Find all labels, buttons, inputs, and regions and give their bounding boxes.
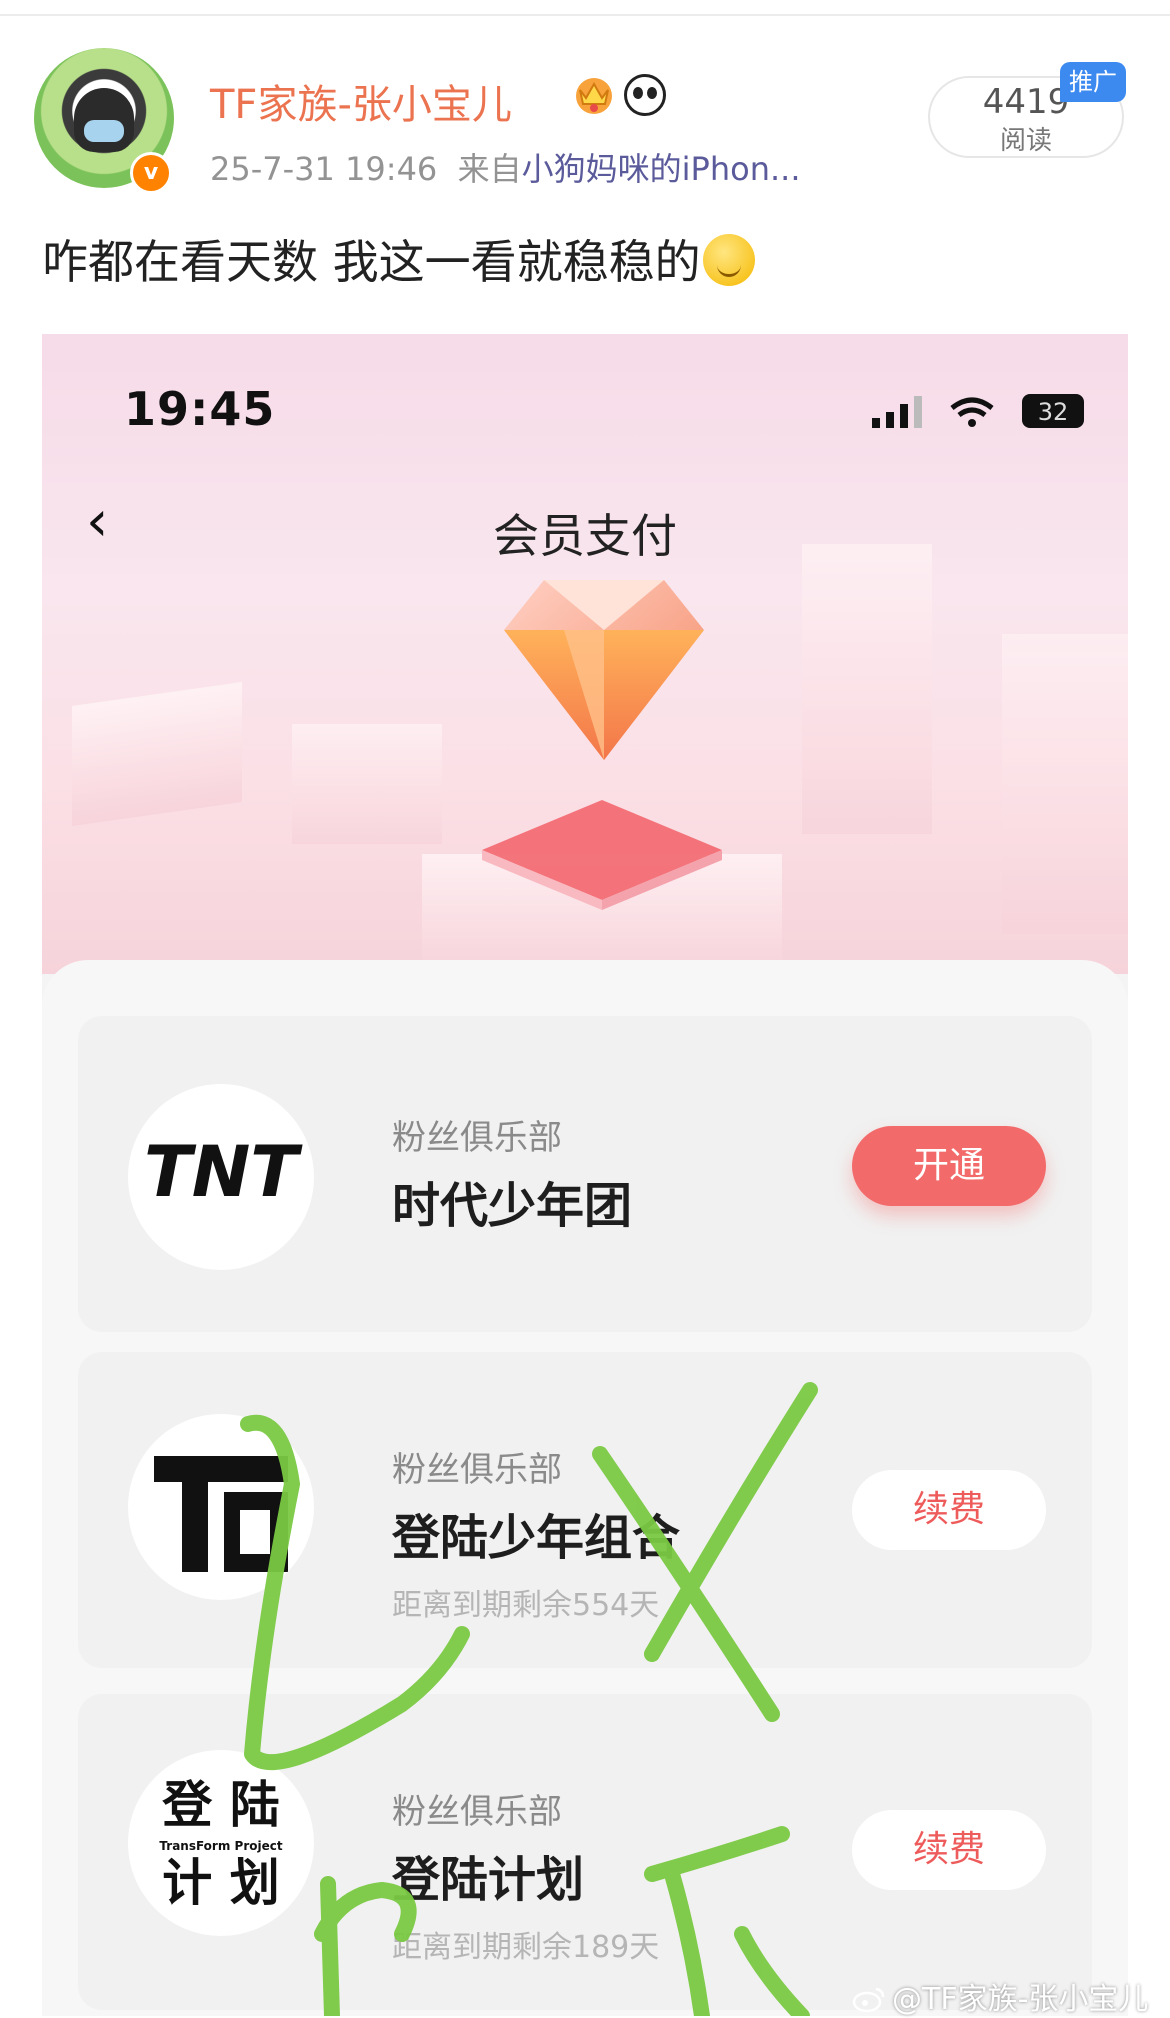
club-label: 粉丝俱乐部: [392, 1450, 562, 1490]
renew-button[interactable]: 续费: [852, 1810, 1046, 1890]
post-text-content: 咋都在看天数 我这一看就稳稳的: [42, 235, 701, 289]
logo-line-3: 计 划: [162, 1853, 279, 1912]
weibo-icon: [852, 1987, 885, 2013]
source-prefix: 来自: [457, 150, 522, 188]
watermark: @TF家族-张小宝儿: [852, 1974, 1148, 2018]
club-name: 登陆少年组合: [392, 1510, 681, 1566]
post-image[interactable]: 19:45 32 ‹ 会员支付 TNT 粉丝俱乐部 时代少年团 开通 TF 粉丝…: [42, 334, 1128, 2016]
club-name: 时代少年团: [392, 1178, 633, 1234]
crown-badge-icon: [576, 78, 612, 114]
club-card-3[interactable]: 登 陆 TransForm Project 计 划 粉丝俱乐部 登陆计划 距离到…: [78, 1694, 1092, 2010]
source-link[interactable]: 小狗妈咪的iPhon...: [522, 150, 801, 188]
expiry-text: 距离到期剩余554天: [392, 1588, 660, 1623]
post-text: 咋都在看天数 我这一看就稳稳的: [42, 226, 755, 292]
expiry-text: 距离到期剩余189天: [392, 1930, 660, 1965]
status-bar-icons: 32: [872, 394, 1084, 428]
club-card-1[interactable]: TNT 粉丝俱乐部 时代少年团 开通: [78, 1016, 1092, 1332]
logo-text: TNT: [144, 1131, 303, 1213]
post-meta: 25-7-31 19:46 来自小狗妈咪的iPhon...: [210, 144, 801, 190]
avatar[interactable]: v: [34, 48, 174, 194]
club-label: 粉丝俱乐部: [392, 1118, 562, 1158]
promote-tag[interactable]: 推广: [1060, 62, 1126, 102]
top-divider: [0, 14, 1170, 16]
hero-banner: 19:45 32 ‹ 会员支付: [42, 334, 1128, 974]
verified-icon: v: [130, 152, 172, 194]
logo-line-1: 登 陆: [161, 1775, 279, 1834]
page-title: 会员支付: [493, 509, 677, 563]
club-label: 粉丝俱乐部: [392, 1792, 562, 1832]
renew-button[interactable]: 续费: [852, 1470, 1046, 1550]
battery-level: 32: [1038, 398, 1069, 426]
club-logo-transform: 登 陆 TransForm Project 计 划: [128, 1750, 314, 1936]
logo-text: TF: [221, 1593, 223, 1595]
status-time: 19:45: [124, 382, 276, 436]
club-card-2[interactable]: TF 粉丝俱乐部 登陆少年组合 距离到期剩余554天 续费: [78, 1352, 1092, 1668]
logo-line-2: TransForm Project: [159, 1839, 282, 1853]
diamond-icon: [504, 580, 704, 760]
username[interactable]: TF家族-张小宝儿: [210, 72, 512, 130]
club-name: 登陆计划: [392, 1852, 585, 1908]
watermark-text: @TF家族-张小宝儿: [892, 1982, 1149, 2017]
timestamp: 25-7-31 19:46: [210, 150, 438, 188]
activate-button[interactable]: 开通: [852, 1126, 1046, 1206]
smile-emoji-icon: [702, 234, 755, 286]
pedestal-icon: [482, 800, 722, 910]
read-label: 阅读: [999, 126, 1052, 156]
panda-badge-icon: [624, 74, 666, 116]
club-logo-tnt: TNT: [128, 1084, 314, 1270]
club-logo-tf: TF: [128, 1414, 314, 1600]
